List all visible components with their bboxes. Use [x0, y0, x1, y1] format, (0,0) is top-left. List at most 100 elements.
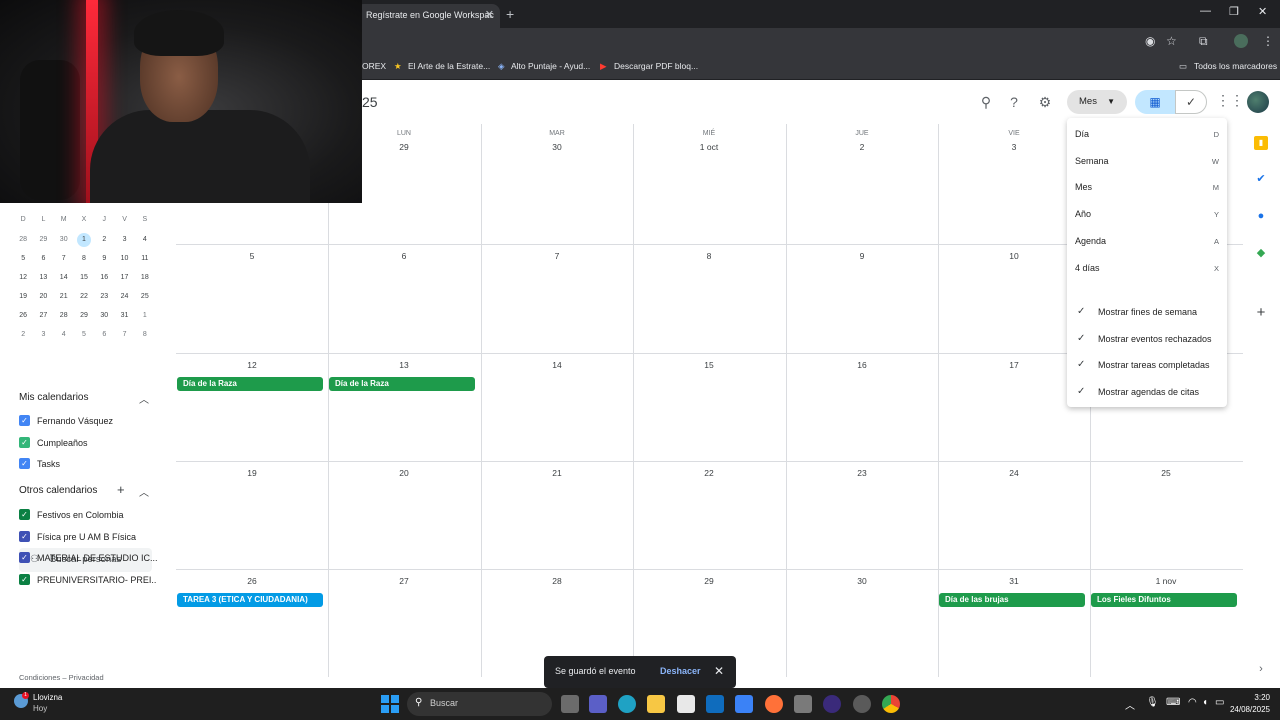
chevron-right-icon[interactable]: ›	[1254, 662, 1268, 676]
bookmark-item[interactable]: El Arte de la Estrate...	[408, 61, 490, 71]
mini-calendar-day[interactable]: 5	[13, 252, 33, 266]
mini-calendar-day[interactable]: 12	[13, 271, 33, 285]
calendar-list-item[interactable]: ✓ Tasks	[19, 457, 159, 471]
tab-close-icon[interactable]: ✕	[485, 4, 494, 26]
mini-calendar-day[interactable]: 19	[13, 290, 33, 304]
view-menu-item[interactable]: Agenda A	[1067, 230, 1227, 256]
chrome-icon[interactable]	[882, 695, 900, 713]
day-number[interactable]: 8	[633, 251, 785, 261]
new-tab-icon[interactable]: +	[506, 4, 514, 24]
day-number[interactable]: 1 nov	[1090, 576, 1242, 586]
task-view-icon[interactable]	[561, 695, 579, 713]
file-explorer-icon[interactable]	[647, 695, 665, 713]
view-menu-item[interactable]: Año Y	[1067, 203, 1227, 229]
checkbox-checked-icon[interactable]: ✓	[19, 552, 30, 563]
day-number[interactable]: 14	[481, 360, 633, 370]
mini-calendar-day[interactable]: 8	[135, 328, 155, 342]
keep-icon[interactable]: ▮	[1254, 136, 1268, 150]
view-option-item[interactable]: ✓ Mostrar agendas de citas	[1067, 381, 1227, 407]
day-number[interactable]: 29	[633, 576, 785, 586]
calendar-list-item[interactable]: ✓ MATERIAL DE ESTUDIO IC...	[19, 551, 159, 565]
view-menu-item[interactable]: Mes M	[1067, 176, 1227, 202]
day-number[interactable]: 27	[328, 576, 480, 586]
mini-calendar-day[interactable]: 7	[54, 252, 74, 266]
view-menu-item[interactable]: Semana W	[1067, 150, 1227, 176]
checkbox-checked-icon[interactable]: ✓	[19, 573, 30, 585]
calendar-view-icon[interactable]: ▦	[1135, 90, 1175, 114]
day-number[interactable]: 20	[328, 468, 480, 478]
day-number[interactable]: 16	[786, 360, 938, 370]
minimize-icon[interactable]: —	[1200, 5, 1211, 17]
clock-date[interactable]: 24/08/2025	[1222, 705, 1270, 714]
mini-calendar-day[interactable]: 24	[114, 290, 134, 304]
day-number[interactable]: 1 oct	[633, 142, 785, 152]
browser-menu-icon[interactable]: ⋮	[1262, 34, 1274, 48]
teams-icon[interactable]	[589, 695, 607, 713]
mini-calendar-day[interactable]: 4	[54, 328, 74, 342]
mini-calendar-day[interactable]: 15	[74, 271, 94, 285]
mini-calendar-day[interactable]: 5	[74, 328, 94, 342]
day-number[interactable]: 19	[176, 468, 328, 478]
event-chip[interactable]: Día de la Raza	[329, 377, 475, 391]
maximize-icon[interactable]: ❐	[1229, 5, 1239, 18]
windows-start-icon[interactable]	[381, 695, 399, 713]
my-calendars-title[interactable]: Mis calendarios	[19, 392, 88, 403]
day-number[interactable]: 26	[176, 576, 328, 586]
edge-icon[interactable]	[618, 695, 636, 713]
calendar-list-item[interactable]: ✓ Festivos en Colombia	[19, 508, 159, 522]
checkbox-checked-icon[interactable]: ✓	[19, 436, 30, 448]
profile-icon[interactable]	[1234, 34, 1248, 48]
bookmark-item[interactable]: Alto Puntaje - Ayud...	[511, 61, 590, 71]
day-number[interactable]: 25	[1090, 468, 1242, 478]
todo-icon[interactable]	[735, 695, 753, 713]
view-option-item[interactable]: ✓ Mostrar tareas completadas	[1067, 354, 1227, 380]
mini-calendar-day[interactable]: 1	[77, 233, 91, 247]
mini-calendar-day[interactable]: 13	[33, 271, 53, 285]
search-icon[interactable]: ⚲	[976, 92, 996, 112]
event-chip[interactable]: TAREA 3 (ETICA Y CIUDADANIA)	[177, 593, 323, 607]
mini-calendar-day[interactable]: 7	[114, 328, 134, 342]
day-number[interactable]: 2	[786, 142, 938, 152]
snipping-tool-icon[interactable]	[794, 695, 812, 713]
star-icon[interactable]: ☆	[1166, 34, 1177, 48]
weather-condition[interactable]: Llovizna	[33, 693, 62, 702]
calendar-list-item[interactable]: ✓ Fernando Vásquez	[19, 414, 159, 428]
mini-calendar-day[interactable]: 29	[33, 233, 53, 247]
mini-calendar-day[interactable]: 22	[74, 290, 94, 304]
bookmark-item[interactable]: OREX	[362, 61, 386, 71]
extensions-icon[interactable]: ⧉	[1199, 34, 1208, 49]
clock-time[interactable]: 3:20	[1232, 693, 1270, 702]
mini-calendar-day[interactable]: 21	[54, 290, 74, 304]
day-number[interactable]: 13	[328, 360, 480, 370]
add-calendar-icon[interactable]: +	[117, 482, 125, 497]
bookmark-item[interactable]: Descargar PDF bloq...	[614, 61, 698, 71]
mini-calendar-day[interactable]: 31	[114, 309, 134, 323]
mini-calendar-day[interactable]: 10	[114, 252, 134, 266]
event-chip[interactable]: Día de las brujas	[939, 593, 1085, 607]
day-number[interactable]: 9	[786, 251, 938, 261]
other-calendars-title[interactable]: Otros calendarios	[19, 485, 97, 496]
volume-icon[interactable]: ◖	[1202, 697, 1208, 708]
day-number[interactable]: 30	[786, 576, 938, 586]
mini-calendar-day[interactable]: 18	[135, 271, 155, 285]
chevron-up-icon[interactable]: ︿	[139, 484, 149, 499]
day-number[interactable]: 6	[328, 251, 480, 261]
chevron-up-icon[interactable]: ︿	[139, 391, 149, 406]
mini-calendar-day[interactable]: 25	[135, 290, 155, 304]
day-number[interactable]: 22	[633, 468, 785, 478]
settings-gear-icon[interactable]: ⚙	[1035, 92, 1055, 112]
view-menu-item[interactable]: Día D	[1067, 123, 1227, 149]
microphone-icon[interactable]: 🎙	[1146, 697, 1159, 708]
mini-calendar-day[interactable]: 3	[33, 328, 53, 342]
mini-calendar-day[interactable]: 1	[135, 309, 155, 323]
tasks-view-icon[interactable]: ✓	[1175, 90, 1207, 114]
checkbox-checked-icon[interactable]: ✓	[19, 458, 30, 469]
app-icon[interactable]	[853, 695, 871, 713]
mini-calendar-day[interactable]: 3	[114, 233, 134, 247]
mini-calendar-day[interactable]: 26	[13, 309, 33, 323]
mini-calendar-day[interactable]: 6	[33, 252, 53, 266]
mini-calendar-day[interactable]: 17	[114, 271, 134, 285]
browser-tab-active[interactable]: Regístrate en Google Workspac ✕	[356, 4, 500, 28]
day-number[interactable]: 24	[938, 468, 1090, 478]
eye-icon[interactable]: ◉	[1145, 34, 1155, 48]
